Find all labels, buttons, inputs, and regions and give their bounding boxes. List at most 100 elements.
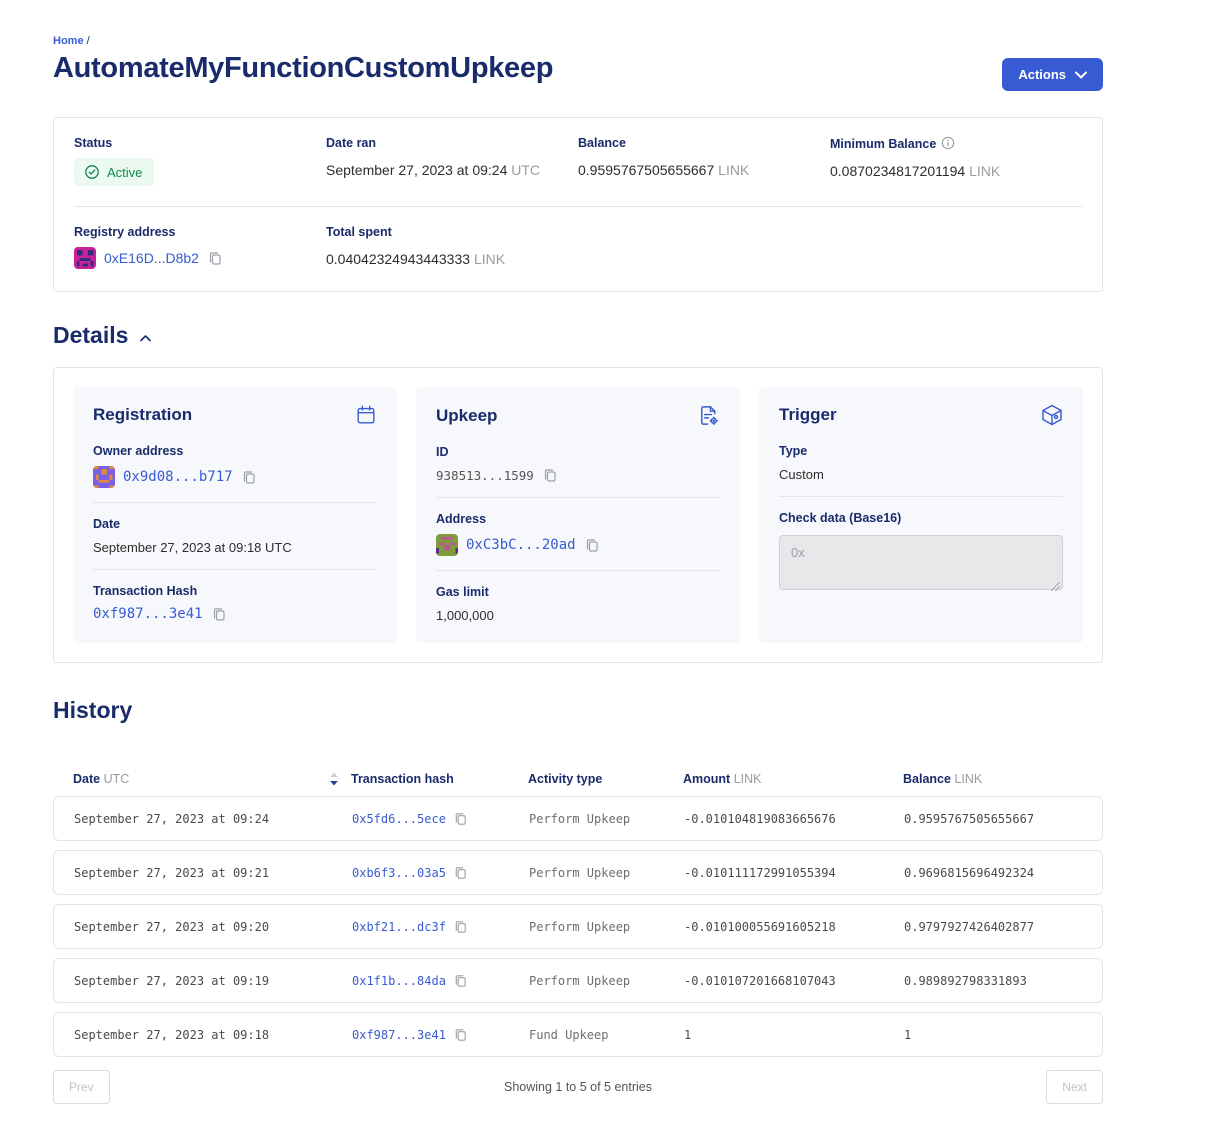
row-hash-link[interactable]: 0xb6f3...03a5: [352, 866, 446, 880]
owner-address-label: Owner address: [93, 444, 377, 458]
registration-date-value: September 27, 2023 at 09:18 UTC: [93, 540, 377, 555]
row-activity: Perform Upkeep: [529, 920, 684, 934]
row-date: September 27, 2023 at 09:20: [74, 920, 352, 934]
info-icon[interactable]: [941, 136, 955, 150]
table-row: September 27, 2023 at 09:24 0x5fd6...5ec…: [53, 796, 1103, 841]
next-button[interactable]: Next: [1046, 1070, 1103, 1104]
sort-icon[interactable]: [329, 772, 339, 786]
file-gear-icon: [697, 404, 720, 427]
registration-title: Registration: [93, 405, 192, 425]
copy-icon[interactable]: [207, 250, 223, 266]
copy-icon[interactable]: [241, 469, 257, 485]
registry-address-field: Registry address 0xE16D...D8b2: [74, 225, 326, 269]
row-hash-link[interactable]: 0xbf21...dc3f: [352, 920, 446, 934]
column-header-date[interactable]: Date UTC: [73, 772, 351, 786]
row-date: September 27, 2023 at 09:24: [74, 812, 352, 826]
row-amount: -0.010111172991055394: [684, 866, 904, 880]
copy-icon[interactable]: [453, 865, 468, 880]
row-balance: 0.989892798331893: [904, 974, 1082, 988]
check-data-field: Check data (Base16): [779, 496, 1063, 595]
pagination: Prev Showing 1 to 5 of 5 entries Next: [53, 1070, 1103, 1124]
table-row: September 27, 2023 at 09:20 0xbf21...dc3…: [53, 904, 1103, 949]
gas-limit-field: Gas limit 1,000,000: [436, 570, 720, 623]
owner-avatar: [93, 466, 115, 488]
upkeep-id-value: 938513...1599: [436, 468, 534, 483]
gas-limit-value: 1,000,000: [436, 608, 720, 623]
prev-button[interactable]: Prev: [53, 1070, 110, 1104]
row-activity: Fund Upkeep: [529, 1028, 684, 1042]
total-spent-label: Total spent: [326, 225, 578, 239]
history-table-header: Date UTC Transaction hash Activity type …: [53, 762, 1103, 796]
upkeep-address-label: Address: [436, 512, 720, 526]
gas-limit-label: Gas limit: [436, 585, 720, 599]
upkeep-detail-page: Home/ AutomateMyFunctionCustomUpkeep Act…: [53, 0, 1103, 1124]
copy-icon[interactable]: [211, 606, 227, 622]
transaction-hash-label: Transaction Hash: [93, 584, 377, 598]
copy-icon[interactable]: [453, 1027, 468, 1042]
row-balance: 1: [904, 1028, 1082, 1042]
registration-date-field: Date September 27, 2023 at 09:18 UTC: [93, 502, 377, 569]
balance-label: Balance: [578, 136, 830, 150]
cube-icon: [1041, 404, 1063, 426]
owner-address-field: Owner address 0x9d08...b717: [93, 442, 377, 502]
registration-card: Registration Owner address 0x9d08...b717: [73, 387, 397, 643]
actions-button-label: Actions: [1018, 67, 1066, 82]
upkeep-card: Upkeep ID 938513...1599 Address: [416, 387, 740, 643]
trigger-title: Trigger: [779, 405, 837, 425]
table-row: September 27, 2023 at 09:21 0xb6f3...03a…: [53, 850, 1103, 895]
page-title: AutomateMyFunctionCustomUpkeep: [53, 52, 553, 85]
date-ran-field: Date ran September 27, 2023 at 09:24 UTC: [326, 136, 578, 186]
row-hash-link[interactable]: 0xf987...3e41: [352, 1028, 446, 1042]
upkeep-id-label: ID: [436, 445, 720, 459]
pagination-status: Showing 1 to 5 of 5 entries: [504, 1080, 652, 1094]
registry-avatar: [74, 247, 96, 269]
column-header-balance: Balance LINK: [903, 772, 1083, 786]
actions-button[interactable]: Actions: [1002, 58, 1103, 91]
details-panel: Registration Owner address 0x9d08...b717: [53, 367, 1103, 663]
upkeep-address-field: Address 0xC3bC...20ad: [436, 497, 720, 570]
registry-address-link[interactable]: 0xE16D...D8b2: [104, 250, 199, 266]
min-balance-value: 0.0870234817201194: [830, 163, 965, 179]
table-row: September 27, 2023 at 09:18 0xf987...3e4…: [53, 1012, 1103, 1057]
breadcrumb-separator: /: [87, 35, 90, 47]
min-balance-suffix: LINK: [969, 163, 1000, 179]
status-badge: Active: [74, 158, 154, 186]
date-ran-label: Date ran: [326, 136, 578, 150]
row-date: September 27, 2023 at 09:18: [74, 1028, 352, 1042]
breadcrumb-home-link[interactable]: Home: [53, 35, 84, 47]
row-hash-link[interactable]: 0x1f1b...84da: [352, 974, 446, 988]
upkeep-address-link[interactable]: 0xC3bC...20ad: [466, 537, 576, 553]
row-activity: Perform Upkeep: [529, 974, 684, 988]
check-data-label: Check data (Base16): [779, 511, 1063, 525]
details-collapse-chevron-icon[interactable]: [138, 333, 153, 344]
trigger-card: Trigger Type Custom Check data (Base16): [759, 387, 1083, 643]
check-data-textarea[interactable]: [779, 535, 1063, 590]
row-activity: Perform Upkeep: [529, 866, 684, 880]
min-balance-field: Minimum Balance 0.0870234817201194 LINK: [830, 136, 1082, 186]
row-hash-link[interactable]: 0x5fd6...5ece: [352, 812, 446, 826]
trigger-type-label: Type: [779, 444, 1063, 458]
copy-icon[interactable]: [453, 973, 468, 988]
balance-value: 0.9595767505655667: [578, 162, 714, 178]
owner-address-link[interactable]: 0x9d08...b717: [123, 469, 233, 485]
status-field: Status Active: [74, 136, 326, 186]
copy-icon[interactable]: [584, 537, 600, 553]
transaction-hash-field: Transaction Hash 0xf987...3e41: [93, 569, 377, 622]
history-heading: History: [53, 697, 132, 724]
balance-suffix: LINK: [718, 162, 749, 178]
row-amount: 1: [684, 1028, 904, 1042]
registry-label: Registry address: [74, 225, 326, 239]
row-amount: -0.010104819083665676: [684, 812, 904, 826]
status-label: Status: [74, 136, 326, 150]
total-spent-field: Total spent 0.04042324943443333 LINK: [326, 225, 578, 269]
transaction-hash-link[interactable]: 0xf987...3e41: [93, 606, 203, 622]
copy-icon[interactable]: [542, 467, 558, 483]
row-date: September 27, 2023 at 09:19: [74, 974, 352, 988]
copy-icon[interactable]: [453, 811, 468, 826]
date-ran-suffix: UTC: [511, 162, 540, 178]
copy-icon[interactable]: [453, 919, 468, 934]
balance-field: Balance 0.9595767505655667 LINK: [578, 136, 830, 186]
trigger-type-field: Type Custom: [779, 442, 1063, 496]
upkeep-id-field: ID 938513...1599: [436, 443, 720, 497]
calendar-icon: [355, 404, 377, 426]
